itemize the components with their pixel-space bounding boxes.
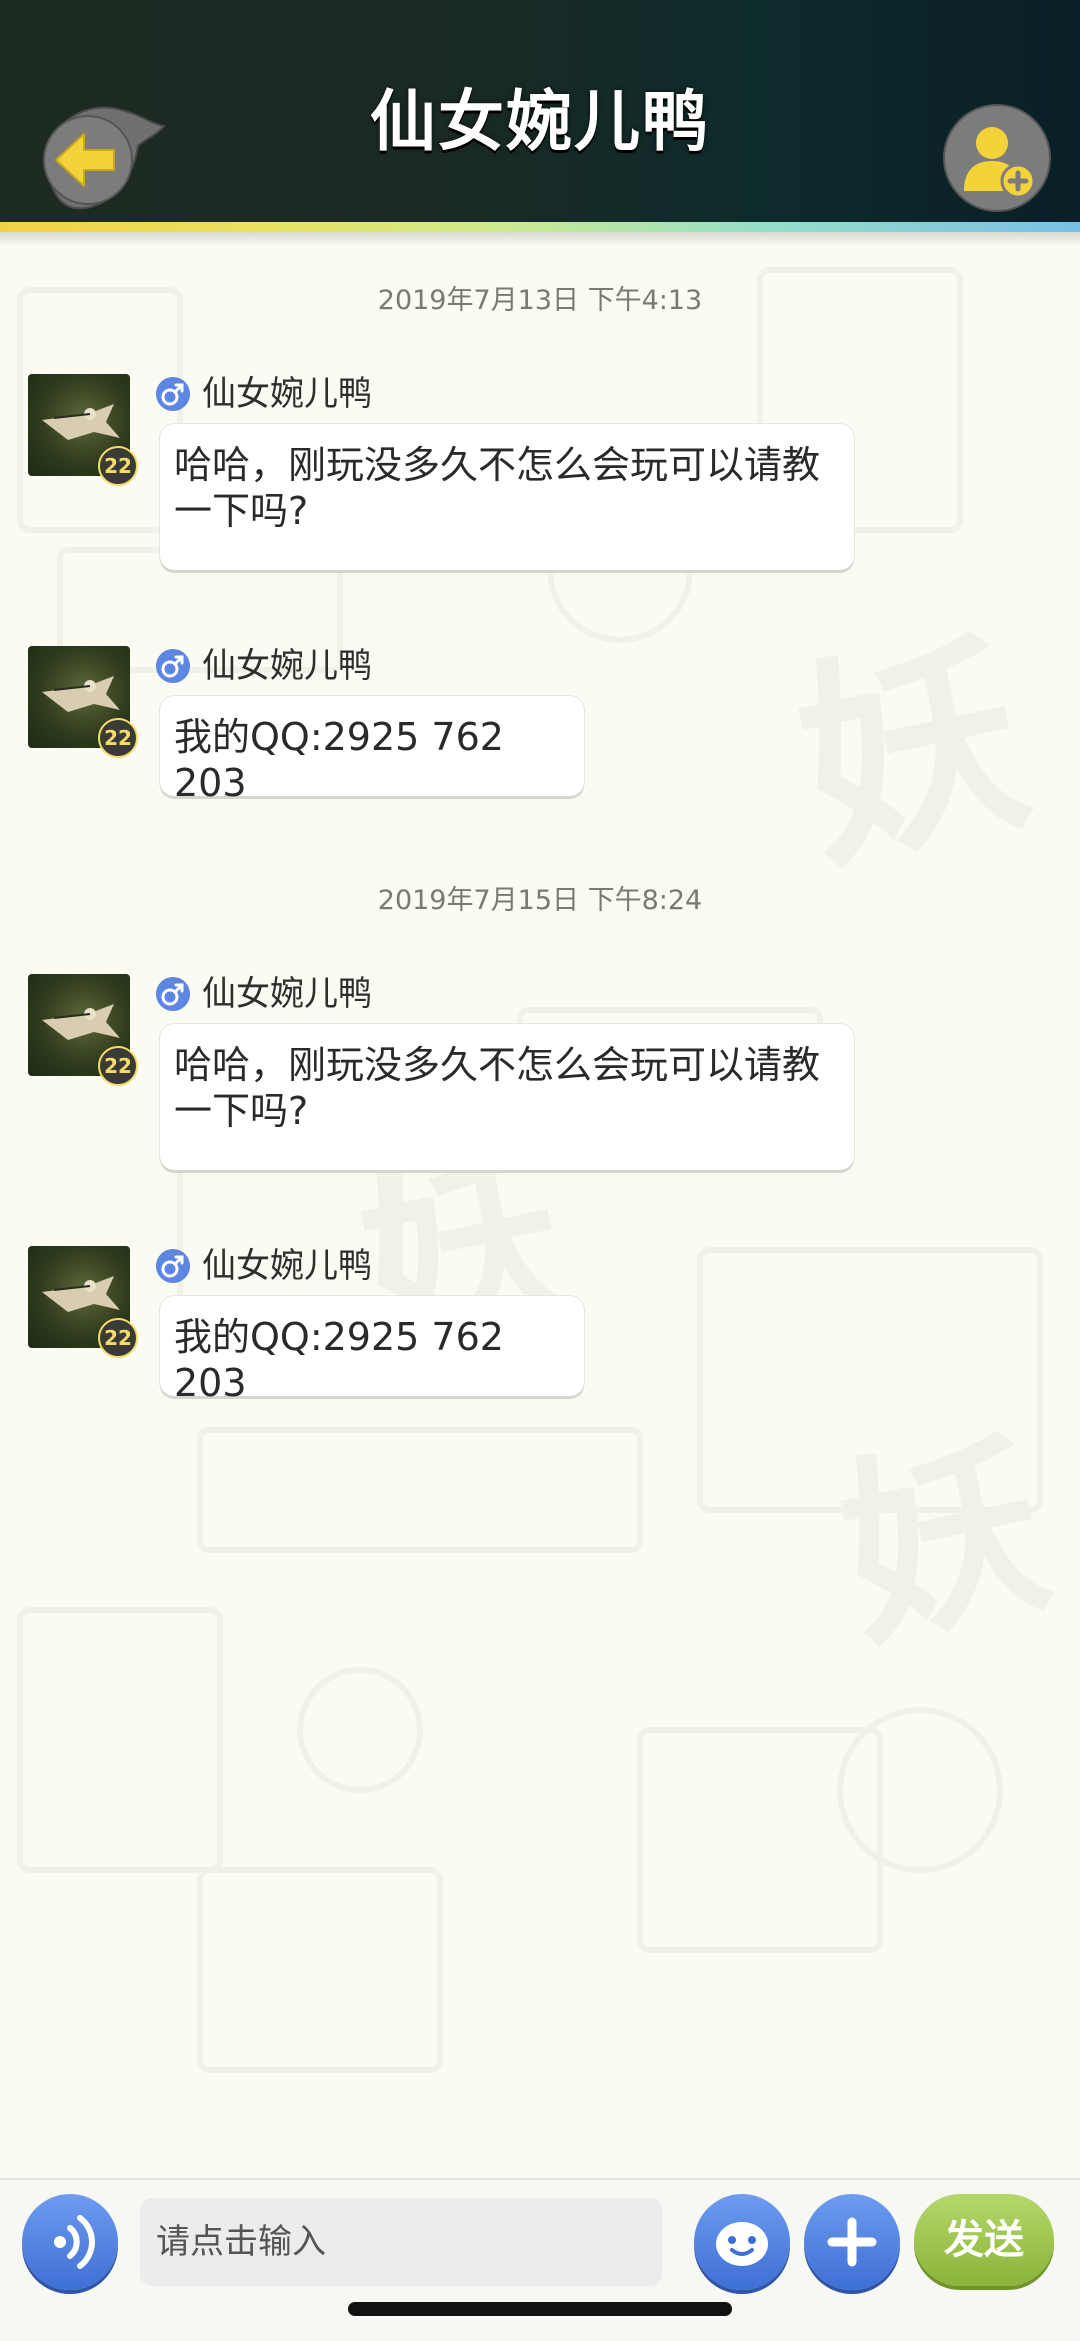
message-bubble[interactable]: 我的QQ:2925 762 203: [160, 696, 584, 805]
header-stripe: [0, 222, 1080, 232]
add-friend-icon: [943, 104, 1051, 212]
male-gender-icon: [156, 977, 190, 1011]
level-badge: 22: [98, 1318, 138, 1358]
sender-name: 仙女婉儿鸭: [202, 646, 372, 686]
level-badge: 22: [98, 718, 138, 758]
chat-title: 仙女婉儿鸭: [370, 83, 710, 160]
male-gender-icon: [156, 1249, 190, 1283]
message-bubble[interactable]: 我的QQ:2925 762 203: [160, 1296, 584, 1405]
voice-button[interactable]: [22, 2194, 118, 2290]
sender-name: 仙女婉儿鸭: [202, 1246, 372, 1286]
send-button[interactable]: 发送: [914, 2194, 1054, 2286]
timestamp: 2019年7月15日 下午8:24: [377, 885, 703, 916]
home-indicator[interactable]: [348, 2302, 732, 2316]
plus-icon: [827, 2217, 877, 2267]
male-gender-icon: [156, 649, 190, 683]
svg-text:妖: 妖: [778, 605, 1046, 901]
svg-text:妖: 妖: [822, 1407, 1066, 1676]
more-options-button[interactable]: [804, 2194, 900, 2290]
level-badge: 22: [98, 1046, 138, 1086]
sender-name: 仙女婉儿鸭: [202, 374, 372, 414]
emoji-button[interactable]: [694, 2194, 790, 2290]
sender-name: 仙女婉儿鸭: [202, 974, 372, 1014]
emoji-icon: [716, 2222, 768, 2266]
avatar[interactable]: 22: [28, 974, 138, 1086]
timestamp: 2019年7月13日 下午4:13: [377, 285, 703, 316]
voice-icon: [54, 2215, 95, 2269]
avatar[interactable]: 22: [28, 646, 138, 758]
header-shadow: [0, 232, 1080, 246]
male-gender-icon: [156, 377, 190, 411]
message-input[interactable]: [140, 2198, 662, 2286]
add-friend-button[interactable]: [942, 103, 1052, 213]
level-badge: 22: [98, 446, 138, 486]
message-bubble[interactable]: 哈哈，刚玩没多久不怎么会玩可以请教一下吗?: [160, 424, 854, 570]
avatar[interactable]: 22: [28, 1246, 138, 1358]
avatar[interactable]: 22: [28, 374, 138, 486]
message-bubble[interactable]: 哈哈，刚玩没多久不怎么会玩可以请教一下吗?: [160, 1024, 854, 1170]
